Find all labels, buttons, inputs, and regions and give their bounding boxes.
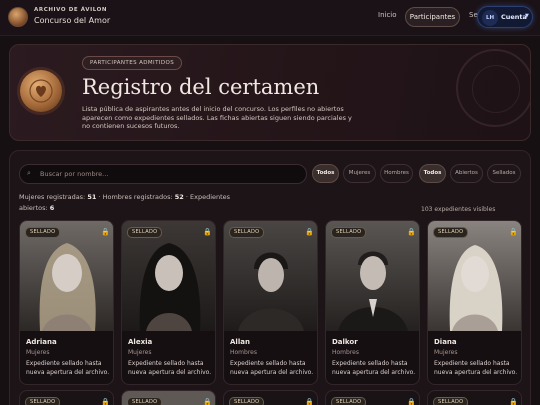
card-note: Expediente sellado hasta nueva apertura … xyxy=(434,360,518,376)
participant-card[interactable]: SELLADO 🔒 xyxy=(19,390,114,405)
avatar: LH xyxy=(482,10,498,26)
card-name: Diana xyxy=(434,338,457,346)
chevron-down-icon: ▼ xyxy=(525,13,529,19)
decorative-seal-outline xyxy=(456,49,530,127)
lock-icon: 🔒 xyxy=(101,228,110,236)
lock-icon: 🔒 xyxy=(407,228,416,236)
card-note: Expediente sellado hasta nueva apertura … xyxy=(26,360,110,376)
card-category: Mujeres xyxy=(128,349,152,356)
women-label: Mujeres registradas: xyxy=(19,193,86,201)
brand-kicker: ARCHIVO DE ÁVILON xyxy=(34,7,108,13)
filter-status-all[interactable]: Todos xyxy=(419,164,446,183)
filter-status-sealed[interactable]: Sellados xyxy=(487,164,521,183)
search-placeholder: Buscar por nombre... xyxy=(40,170,109,178)
lock-icon: 🔒 xyxy=(101,398,110,405)
card-category: Hombres xyxy=(332,349,359,356)
men-count: 52 xyxy=(174,193,184,201)
top-nav: ARCHIVO DE ÁVILON Concurso del Amor Inic… xyxy=(0,0,540,36)
sealed-badge: SELLADO xyxy=(433,227,469,238)
brand-seal-icon[interactable] xyxy=(8,7,28,27)
page-description: Lista pública de aspirantes antes del in… xyxy=(82,105,352,131)
lock-icon: 🔒 xyxy=(305,228,314,236)
women-count: 51 xyxy=(87,193,97,201)
lock-icon: 🔒 xyxy=(203,398,212,405)
participant-card[interactable]: SELLADO 🔒 xyxy=(223,390,318,405)
participant-card[interactable]: SELLADO 🔒 xyxy=(427,390,522,405)
sealed-badge: SELLADO xyxy=(127,397,163,405)
lock-icon: 🔒 xyxy=(509,228,518,236)
card-note: Expediente sellado hasta nueva apertura … xyxy=(230,360,314,376)
visible-count: 103 expedientes visibles xyxy=(421,206,496,213)
participant-card[interactable]: SELLADO 🔒 Adriana Mujeres Expediente sel… xyxy=(19,220,114,385)
sealed-badge: SELLADO xyxy=(25,227,61,238)
filter-gender-men[interactable]: Hombres xyxy=(380,164,413,183)
search-input[interactable]: ⌕ Buscar por nombre... xyxy=(19,164,307,184)
account-label: Cuenta xyxy=(501,13,527,21)
filter-gender-all[interactable]: Todos xyxy=(312,164,339,183)
lock-icon: 🔒 xyxy=(407,398,416,405)
card-category: Mujeres xyxy=(26,349,50,356)
nav-link-inicio[interactable]: Inicio xyxy=(378,11,397,19)
page-title: Registro del certamen xyxy=(82,75,320,99)
card-name: Allan xyxy=(230,338,250,346)
participant-card[interactable]: SELLADO 🔒 Dalkor Hombres Expediente sell… xyxy=(325,220,420,385)
open-count: 6 xyxy=(49,203,55,212)
card-category: Mujeres xyxy=(434,349,458,356)
men-label: Hombres registrados: xyxy=(102,193,173,201)
status-badge: PARTICIPANTES ADMITIDOS xyxy=(82,56,183,70)
lock-icon: 🔒 xyxy=(203,228,212,236)
filter-status-open[interactable]: Abiertos xyxy=(450,164,483,183)
wax-seal-icon xyxy=(20,70,62,112)
card-name: Dalkor xyxy=(332,338,358,346)
account-button[interactable]: LH Cuenta ▼ xyxy=(477,6,533,28)
card-note: Expediente sellado hasta nueva apertura … xyxy=(332,360,416,376)
sealed-badge: SELLADO xyxy=(229,227,265,238)
sealed-badge: SELLADO xyxy=(331,227,367,238)
lock-icon: 🔒 xyxy=(509,398,518,405)
lock-icon: 🔒 xyxy=(305,398,314,405)
card-category: Hombres xyxy=(230,349,257,356)
card-note: Expediente sellado hasta nueva apertura … xyxy=(128,360,212,376)
participant-card[interactable]: SELLADO 🔒 xyxy=(325,390,420,405)
participant-card[interactable]: SELLADO 🔒 xyxy=(121,390,216,405)
sealed-badge: SELLADO xyxy=(331,397,367,405)
participant-card[interactable]: SELLADO 🔒 Allan Hombres Expediente sella… xyxy=(223,220,318,385)
participant-card[interactable]: SELLADO 🔒 Alexia Mujeres Expediente sell… xyxy=(121,220,216,385)
registration-stats: Mujeres registradas: 51 · Hombres regist… xyxy=(19,193,231,212)
card-name: Adriana xyxy=(26,338,57,346)
search-icon: ⌕ xyxy=(27,169,31,177)
brand-title[interactable]: Concurso del Amor xyxy=(34,16,110,25)
filter-gender-women[interactable]: Mujeres xyxy=(343,164,376,183)
sealed-badge: SELLADO xyxy=(25,397,61,405)
nav-link-participantes[interactable]: Participantes xyxy=(405,7,460,27)
card-name: Alexia xyxy=(128,338,153,346)
sealed-badge: SELLADO xyxy=(433,397,469,405)
hero-banner: PARTICIPANTES ADMITIDOS Registro del cer… xyxy=(9,44,531,141)
sealed-badge: SELLADO xyxy=(127,227,163,238)
sealed-badge: SELLADO xyxy=(229,397,265,405)
participant-card[interactable]: SELLADO 🔒 Diana Mujeres Expediente sella… xyxy=(427,220,522,385)
